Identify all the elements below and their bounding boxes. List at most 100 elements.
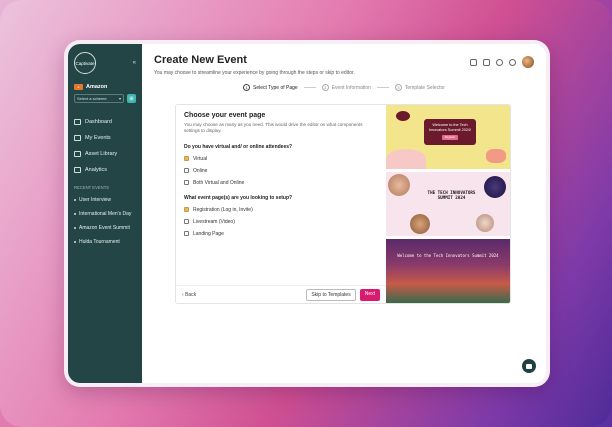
chat-icon — [526, 363, 532, 369]
app-logo: Captivate — [74, 52, 96, 74]
bullet-icon — [74, 213, 76, 215]
option-label: Online — [193, 167, 208, 174]
chat-button[interactable] — [522, 359, 536, 373]
scheme-action-button[interactable]: ⊞ — [127, 94, 136, 103]
checkbox[interactable] — [184, 219, 189, 225]
option-landing[interactable]: Landing Page — [184, 231, 378, 237]
analytics-icon — [74, 167, 81, 173]
recent-event-label: Amazon Event Summit — [79, 225, 130, 231]
step-divider — [303, 87, 316, 88]
event-page-form: Choose your event page You may choose as… — [176, 105, 386, 303]
next-button[interactable]: Next — [359, 288, 380, 301]
page-subtitle: You may choose to streamline your experi… — [154, 70, 355, 76]
header-icons — [470, 56, 534, 68]
option-livestream[interactable]: Livestream (Video) — [184, 219, 378, 225]
step-label: Template Selector — [404, 84, 445, 91]
stepper: 1 Select Type of Page 2 Event Informatio… — [154, 84, 534, 91]
scheme-select[interactable]: Select a scheme ▾ — [74, 94, 124, 103]
question-pages: What event page(s) are you looking to se… — [184, 194, 293, 201]
chevron-down-icon: ▾ — [118, 96, 121, 101]
nav-asset-library[interactable]: Asset Library — [74, 151, 136, 157]
option-registration[interactable]: Registration (Log in, Invite) — [184, 207, 378, 213]
recent-event-item[interactable]: Amazon Event Summit — [74, 225, 136, 231]
grid-icon[interactable] — [483, 58, 490, 66]
calendar-icon — [74, 135, 81, 141]
recent-event-item[interactable]: International Men's Day — [74, 211, 136, 217]
skip-to-templates-button[interactable]: Skip to Templates — [306, 288, 356, 301]
template-preview-3[interactable]: Welcome to the Tech Innovators Summit 20… — [386, 239, 510, 303]
recent-event-label: User Interview — [79, 197, 111, 203]
checkbox-checked[interactable] — [184, 207, 189, 213]
option-both[interactable]: Both Virtual and Online — [184, 180, 378, 186]
nav-dashboard-label: Dashboard — [85, 119, 112, 125]
checkbox[interactable] — [184, 231, 189, 237]
speaker-photo — [410, 214, 430, 234]
speaker-photo — [484, 176, 506, 198]
bell-icon[interactable] — [496, 58, 503, 66]
nav-asset-library-label: Asset Library — [85, 151, 118, 157]
option-online[interactable]: Online — [184, 168, 378, 174]
bullet-icon — [74, 241, 76, 243]
option-label: Livestream (Video) — [193, 218, 235, 225]
step-number: 2 — [321, 84, 329, 91]
template-banner: Welcome to the Tech Innovators Summit 20… — [424, 119, 476, 145]
option-label: Landing Page — [193, 230, 224, 237]
template-preview-1[interactable]: Welcome to the Tech Innovators Summit 20… — [386, 105, 510, 169]
recent-event-item[interactable]: User Interview — [74, 197, 136, 203]
logo-row: Captivate « — [74, 52, 136, 74]
scheme-select-label: Select a scheme — [77, 96, 107, 101]
header-text: Create New Event You may choose to strea… — [154, 54, 355, 76]
page-header: Create New Event You may choose to strea… — [154, 54, 534, 76]
org-row: a Amazon — [74, 84, 136, 90]
org-logo-icon: a — [74, 84, 83, 90]
step-select-type[interactable]: 1 Select Type of Page — [243, 84, 298, 91]
org-name: Amazon — [86, 84, 108, 90]
option-label: Registration (Log in, Invite) — [193, 206, 253, 213]
recent-event-label: Hulda Tournament — [79, 239, 120, 245]
recent-events-heading: RECENT EVENTS — [74, 185, 110, 190]
folder-icon — [74, 151, 81, 157]
decorative-shape — [386, 149, 426, 169]
recent-event-label: International Men's Day — [79, 211, 132, 217]
step-template-selector[interactable]: 3 Template Selector — [394, 84, 445, 91]
template-register-button: Register — [441, 134, 459, 141]
app-screen: Captivate « a Amazon Select a scheme ▾ ⊞ — [68, 44, 546, 383]
help-icon[interactable] — [509, 58, 516, 66]
back-button[interactable]: ‹ Back — [182, 292, 196, 298]
nav-analytics-label: Analytics — [85, 167, 108, 173]
checkbox[interactable] — [184, 180, 189, 186]
recent-event-item[interactable]: Hulda Tournament — [74, 239, 136, 245]
share-icon[interactable] — [470, 58, 477, 66]
nav-my-events[interactable]: My Events — [74, 135, 136, 141]
step-divider — [376, 87, 389, 88]
step-label: Select Type of Page — [253, 84, 298, 91]
bullet-icon — [74, 227, 76, 229]
checkbox[interactable] — [184, 168, 189, 174]
bullet-icon — [74, 199, 76, 201]
collapse-icon[interactable]: « — [133, 60, 136, 66]
option-label: Both Virtual and Online — [193, 179, 245, 186]
template-title: Welcome to the Tech Innovators Summit 20… — [428, 123, 472, 132]
avatar[interactable] — [522, 56, 534, 68]
step-label: Event Information — [331, 84, 371, 91]
decorative-shape — [396, 111, 410, 121]
main-content: Create New Event You may choose to strea… — [142, 44, 546, 383]
event-page-card: Choose your event page You may choose as… — [175, 104, 511, 304]
page-title: Create New Event — [154, 54, 247, 66]
dashboard-icon — [74, 119, 81, 125]
nav-analytics[interactable]: Analytics — [74, 167, 136, 173]
footer-buttons: Skip to Templates Next — [306, 288, 380, 301]
scheme-row: Select a scheme ▾ ⊞ — [74, 94, 136, 103]
form-description: You may choose as many as you need. This… — [184, 122, 363, 134]
step-event-info[interactable]: 2 Event Information — [321, 84, 371, 91]
speaker-photo — [388, 174, 410, 196]
option-virtual[interactable]: Virtual — [184, 156, 378, 162]
option-label: Virtual — [193, 155, 208, 162]
form-footer: ‹ Back Skip to Templates Next — [176, 285, 386, 303]
checkbox-checked[interactable] — [184, 156, 189, 162]
step-number: 1 — [243, 84, 251, 91]
nav-dashboard[interactable]: Dashboard — [74, 119, 136, 125]
template-preview-2[interactable]: THE TECH INNOVATORS SUMMIT 2024 — [386, 172, 510, 236]
speaker-photo — [476, 214, 494, 232]
step-number: 3 — [394, 84, 402, 91]
